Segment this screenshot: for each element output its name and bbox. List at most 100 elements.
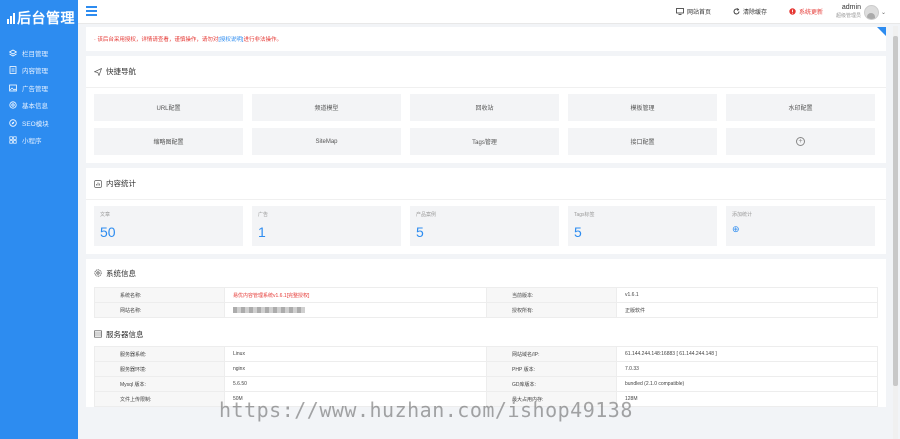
stat-label: 产品案例 <box>416 212 437 218</box>
table-cell: nginx <box>224 361 487 377</box>
table-cell: PHP 版本: <box>486 361 617 377</box>
table-cell: 文件上传限制: <box>94 391 225 407</box>
main-content: · 该后台采用授权，详情请查看，谨慎操作，请勿对 [授权说明] 进行非法操作。 … <box>86 27 886 412</box>
blurred-site-name <box>233 306 305 313</box>
quick-template-manage[interactable]: 模板管理 <box>568 94 717 121</box>
table-row: 系统名称: 易优内容管理系统v1.6.1[完整授权] 当前版本: v1.6.1 <box>94 287 878 303</box>
stat-label: 添加统计 <box>732 212 753 218</box>
table-cell: 网站名称: <box>94 302 225 318</box>
stat-value: 1 <box>258 224 266 240</box>
sidebar-item-columns[interactable]: 栏目管理 <box>0 44 78 62</box>
table-cell: GD库版本: <box>486 376 617 392</box>
table-cell: 5.6.50 <box>224 376 487 392</box>
corner-flag-icon <box>877 27 886 36</box>
quick-tags-manage[interactable]: Tags管理 <box>410 128 559 155</box>
quick-thumbnail-config[interactable]: 缩略图配置 <box>94 128 243 155</box>
quick-nav-title-text: 快捷导航 <box>106 67 136 76</box>
quick-channel-model[interactable]: 频道模型 <box>252 94 401 121</box>
logo[interactable]: 后台管理 <box>0 0 78 36</box>
avatar[interactable] <box>863 4 879 20</box>
table-row: Mysql 版本: 5.6.50 GD库版本: bundled (2.1.0 c… <box>94 376 878 392</box>
sidebar-item-label: 广告管理 <box>22 85 48 93</box>
table-cell: v1.6.1 <box>616 287 878 303</box>
sidebar-nav: 栏目管理 内容管理 广告管理 基本信息 SEO模块 小程序 <box>0 44 78 149</box>
document-icon <box>9 66 17 75</box>
stats-grid: 文章 50 广告 1 产品案例 5 Tags标签 5 添加统计 ⊕ <box>86 200 886 254</box>
table-cell: 服务器环境: <box>94 361 225 377</box>
system-update-button[interactable]: 系统更新 <box>789 7 823 16</box>
server-info-title-text: 服务器信息 <box>106 329 144 339</box>
notice-text: · 该后台采用授权，详情请查看，谨慎操作，请勿对 <box>94 37 219 43</box>
sidebar-item-basic-info[interactable]: 基本信息 <box>0 97 78 115</box>
system-info-title-text: 系统信息 <box>106 268 136 278</box>
sidebar-item-seo[interactable]: SEO模块 <box>0 114 78 132</box>
notice-text-after: 进行非法操作。 <box>243 37 282 43</box>
system-info-title: 系统信息 <box>86 259 886 287</box>
sidebar-item-miniprogram[interactable]: 小程序 <box>0 132 78 150</box>
logo-text: 后台管理 <box>17 10 75 26</box>
add-circle-icon: + <box>796 137 805 146</box>
table-cell: Mysql 版本: <box>94 376 225 392</box>
quick-add-button[interactable]: + <box>726 128 875 155</box>
table-cell: 系统名称: <box>94 287 225 303</box>
stat-label: Tags标签 <box>574 212 595 218</box>
table-row: 服务器环境: nginx PHP 版本: 7.0.33 <box>94 361 878 377</box>
chevron-down-icon[interactable]: ⌄ <box>881 9 886 16</box>
table-cell: 61.144.244.148:16883 [ 61.144.244.148 ] <box>616 346 878 362</box>
stat-cases[interactable]: 产品案例 5 <box>410 206 559 246</box>
table-cell <box>224 302 487 318</box>
site-home-button[interactable]: 网站首页 <box>676 7 711 16</box>
quick-recycle-bin[interactable]: 回收站 <box>410 94 559 121</box>
stat-label: 文章 <box>100 212 111 218</box>
notice-bar: · 该后台采用授权，详情请查看，谨慎操作，请勿对 [授权说明] 进行非法操作。 <box>86 27 886 51</box>
stat-articles[interactable]: 文章 50 <box>94 206 243 246</box>
quick-nav-card: 快捷导航 URL配置 频道模型 回收站 模板管理 水印配置 缩略图配置 Site… <box>86 56 886 163</box>
user-info: admin 超级管理员 <box>836 4 861 20</box>
quick-watermark-config[interactable]: 水印配置 <box>726 94 875 121</box>
table-row: 网站名称: 授权所有: 正版软件 <box>94 302 878 318</box>
menu-toggle-icon[interactable] <box>86 6 97 16</box>
table-cell: 7.0.33 <box>616 361 878 377</box>
content-stats-card: 内容统计 文章 50 广告 1 产品案例 5 Tags标签 5 添加统计 ⊕ <box>86 168 886 254</box>
table-cell: 128M <box>616 391 878 407</box>
clear-cache-label: 清除缓存 <box>743 10 768 16</box>
page-scrollbar[interactable] <box>893 26 898 439</box>
quick-nav-grid: URL配置 频道模型 回收站 模板管理 水印配置 缩略图配置 SiteMap T… <box>86 88 886 163</box>
system-info-card: 系统信息 系统名称: 易优内容管理系统v1.6.1[完整授权] 当前版本: v1… <box>86 259 886 407</box>
server-icon <box>94 330 102 338</box>
system-update-label: 系统更新 <box>799 10 824 16</box>
layers-icon <box>9 49 17 57</box>
system-info-table: 系统名称: 易优内容管理系统v1.6.1[完整授权] 当前版本: v1.6.1 … <box>94 287 878 318</box>
sidebar-item-content[interactable]: 内容管理 <box>0 62 78 80</box>
content-stats-title-text: 内容统计 <box>106 179 136 188</box>
grid-icon <box>9 136 17 144</box>
send-icon <box>94 67 102 76</box>
refresh-icon <box>733 8 740 15</box>
user-name: admin <box>841 4 861 11</box>
settings-icon <box>9 101 17 109</box>
clear-cache-button[interactable]: 清除缓存 <box>733 7 767 16</box>
table-row: 服务器系统: Linux 网站域名/IP: 61.144.244.148:168… <box>94 346 878 362</box>
sidebar-item-label: 栏目管理 <box>22 50 48 58</box>
server-info-title: 服务器信息 <box>86 322 886 346</box>
quick-sitemap[interactable]: SiteMap <box>252 128 401 155</box>
stat-label: 广告 <box>258 212 269 218</box>
user-menu[interactable]: admin 超级管理员 ⌄ <box>836 4 886 20</box>
alert-icon <box>789 8 796 15</box>
quick-api-config[interactable]: 接口配置 <box>568 128 717 155</box>
quick-url-config[interactable]: URL配置 <box>94 94 243 121</box>
table-cell: 当前版本: <box>486 287 617 303</box>
watermark-text: https://www.huzhan.com/ishop49138 <box>219 398 633 422</box>
notice-link[interactable]: [授权说明] <box>218 35 243 43</box>
stat-add[interactable]: 添加统计 ⊕ <box>726 206 875 246</box>
table-cell: Linux <box>224 346 487 362</box>
scrollbar-thumb[interactable] <box>893 36 898 386</box>
stat-value: 50 <box>100 224 116 240</box>
sidebar-item-ads[interactable]: 广告管理 <box>0 79 78 97</box>
add-stat-icon[interactable]: ⊕ <box>732 224 869 235</box>
stat-ads[interactable]: 广告 1 <box>252 206 401 246</box>
site-home-label: 网站首页 <box>687 10 712 16</box>
stat-value: 5 <box>574 224 582 240</box>
stat-tags[interactable]: Tags标签 5 <box>568 206 717 246</box>
table-cell: 授权所有: <box>486 302 617 318</box>
